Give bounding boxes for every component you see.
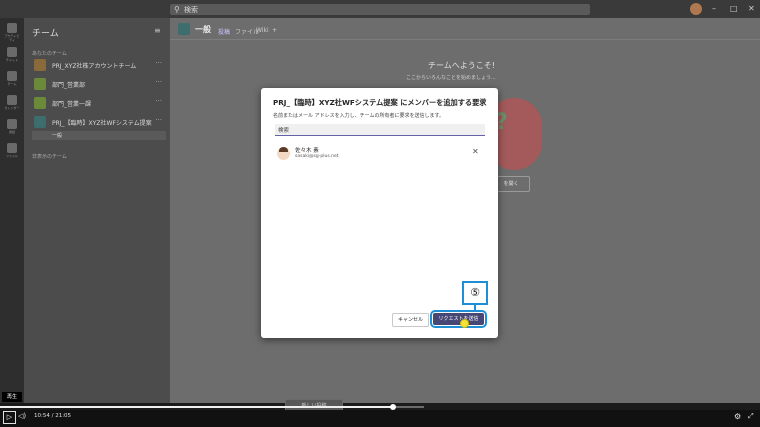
team-avatar [34, 116, 46, 128]
rail-calendar[interactable]: カレンダー [4, 95, 20, 117]
channel-item[interactable]: 一般 [32, 131, 166, 140]
rail-chat[interactable]: チャット [4, 47, 20, 69]
tab-wiki[interactable]: Wiki [256, 27, 269, 34]
section-hidden-teams[interactable]: 非表示のチーム [32, 153, 67, 160]
selected-member: 佐々木 素 sasaki@sg-plus.net ✕ [275, 144, 485, 164]
rail-activity[interactable]: アクティビティ [4, 23, 20, 45]
team-avatar [34, 97, 46, 109]
rail-calls[interactable]: 通話 [4, 119, 20, 141]
time-display: 10:54 / 21:05 [34, 413, 72, 419]
cancel-button[interactable]: キャンセル [392, 313, 429, 327]
play-icon[interactable]: ▷ [3, 411, 16, 424]
team-item[interactable]: PRJ_XYZ社株アカウントチーム ··· [32, 59, 166, 73]
team-avatar [34, 59, 46, 71]
seek-bar-progress [0, 406, 393, 408]
section-my-teams: あなたのチーム [32, 51, 67, 57]
team-item[interactable]: 部門_営業一課 ··· [32, 97, 166, 111]
search-icon: ⚲ [174, 5, 180, 14]
teams-panel: チーム ≡ あなたのチーム PRJ_XYZ社株アカウントチーム ··· 部門_営… [24, 18, 170, 403]
cursor-highlight [460, 319, 469, 328]
team-item[interactable]: 部門_営業部 ··· [32, 78, 166, 92]
more-icon[interactable]: ··· [155, 59, 162, 67]
bell-icon [7, 23, 17, 33]
calendar-icon [7, 95, 17, 105]
search-input[interactable]: 検索 [184, 5, 198, 15]
close-icon[interactable]: ✕ [479, 97, 487, 107]
team-item[interactable]: PRJ_【臨時】XYZ社WFシステム提案 ··· [32, 116, 166, 130]
file-icon [7, 143, 17, 153]
step-callout: ⑤ [462, 281, 488, 305]
rail-files[interactable]: ファイル [4, 143, 20, 165]
add-tab-icon[interactable]: + [272, 27, 277, 34]
close-window-icon[interactable]: ✕ [748, 4, 755, 13]
more-icon[interactable]: ··· [155, 116, 162, 124]
gear-icon[interactable]: ⚙ [734, 412, 741, 421]
chat-icon [7, 47, 17, 57]
callout-pointer [474, 303, 476, 312]
rail-teams[interactable]: チーム [4, 71, 20, 93]
filter-icon[interactable]: ≡ [154, 26, 161, 35]
dialog-description: 名前またはメール アドレスを入力し、チームの所有者に要求を送信します。 [273, 113, 444, 119]
search-bar[interactable]: ⚲ 検索 [170, 4, 590, 15]
teams-header: チーム [32, 29, 59, 39]
tab-posts[interactable]: 投稿 [218, 27, 230, 36]
minimize-icon[interactable]: – [712, 4, 716, 13]
volume-icon[interactable]: ◁) [18, 412, 26, 420]
member-search-input[interactable]: 検索 [275, 124, 485, 136]
more-icon[interactable]: ··· [155, 78, 162, 86]
welcome-subtitle: ここからいろんなことを始めましょう... [406, 75, 496, 81]
channel-avatar [178, 23, 190, 35]
team-avatar [34, 78, 46, 90]
play-tooltip: 再生 [2, 392, 22, 402]
send-request-button[interactable]: リクエストを送信 [430, 310, 487, 328]
welcome-title: チームへようこそ! [428, 61, 495, 70]
remove-member-icon[interactable]: ✕ [472, 147, 479, 156]
profile-avatar[interactable] [690, 3, 702, 15]
avatar [277, 147, 290, 160]
dialog-title: PRJ_【臨時】XYZ社WFシステム提案 にメンバーを追加する要求 [273, 98, 487, 107]
app-rail: アクティビティ チャット チーム カレンダー 通話 ファイル [0, 18, 24, 403]
fullscreen-icon[interactable]: ⤢ [748, 412, 754, 421]
member-name: 佐々木 素 [295, 148, 319, 154]
divider [170, 39, 760, 40]
teams-icon [7, 71, 17, 81]
phone-icon [7, 119, 17, 129]
player-controls [0, 410, 760, 427]
maximize-icon[interactable]: □ [730, 4, 738, 13]
channel-title: 一般 [195, 25, 211, 34]
member-email: sasaki@sg-plus.net [295, 154, 339, 159]
more-icon[interactable]: ··· [155, 97, 162, 105]
